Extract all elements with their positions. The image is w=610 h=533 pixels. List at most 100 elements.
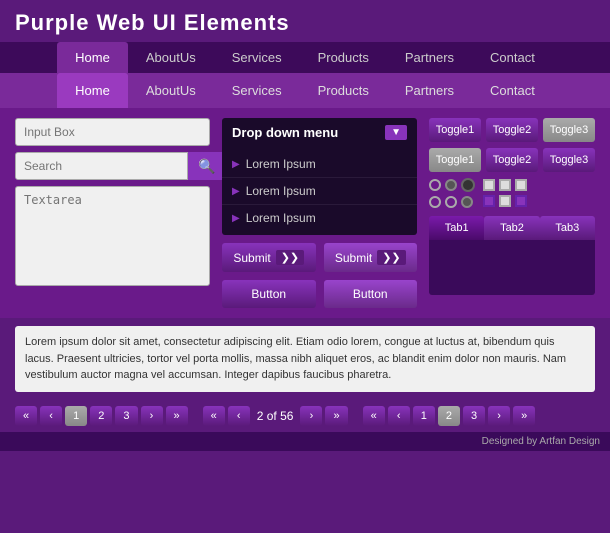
tab-content [429, 240, 595, 295]
paginator-1: « ‹ 1 2 3 › » [15, 406, 188, 426]
radio-checkbox-row [429, 178, 595, 208]
input-box[interactable] [15, 118, 210, 146]
checkbox-4[interactable] [483, 195, 495, 207]
dropdown-item[interactable]: ▶ Lorem Ipsum [222, 151, 417, 178]
toggle1-btn[interactable]: Toggle1 [429, 118, 481, 142]
nav2-services[interactable]: Services [214, 73, 300, 108]
tab-1[interactable]: Tab1 [429, 216, 484, 240]
item-arrow-icon: ▶ [232, 159, 240, 170]
item-arrow-icon: ▶ [232, 213, 240, 224]
radio-circle-6[interactable] [461, 196, 473, 208]
submit-arrow-icon-2: ❯❯ [377, 250, 405, 265]
item-arrow-icon: ▶ [232, 186, 240, 197]
tab-header: Tab1 Tab2 Tab3 [429, 216, 595, 240]
nav2-aboutus[interactable]: AboutUs [128, 73, 214, 108]
page-2-btn[interactable]: 2 [90, 406, 112, 426]
search-row: 🔍 [15, 152, 210, 180]
prev-page-btn-3[interactable]: ‹ [388, 406, 410, 426]
page-2-btn-3[interactable]: 2 [438, 406, 460, 426]
next-page-btn-1[interactable]: › [141, 406, 163, 426]
dropdown-item[interactable]: ▶ Lorem Ipsum [222, 178, 417, 205]
toggle-row-2: Toggle1 Toggle2 Toggle3 [429, 148, 595, 172]
nav-bar-2: Home AboutUs Services Products Partners … [0, 73, 610, 108]
search-input[interactable] [15, 152, 188, 180]
page-3-btn[interactable]: 3 [115, 406, 137, 426]
dropdown-arrow-icon: ▼ [385, 125, 407, 140]
checkbox-5[interactable] [499, 195, 511, 207]
toggle4-btn[interactable]: Toggle1 [429, 148, 481, 172]
toggle-row-1: Toggle1 Toggle2 Toggle3 [429, 118, 595, 142]
checkbox-3[interactable] [515, 179, 527, 191]
prev-page-btn-1[interactable]: ‹ [40, 406, 62, 426]
dropdown-label: Drop down menu [232, 125, 338, 140]
dropdown-header[interactable]: Drop down menu ▼ [222, 118, 417, 147]
dropdown-item[interactable]: ▶ Lorem Ipsum [222, 205, 417, 231]
paginator-3: « ‹ 1 2 3 › » [363, 406, 536, 426]
nav2-contact[interactable]: Contact [472, 73, 553, 108]
next-page-btn-3[interactable]: › [488, 406, 510, 426]
nav2-home[interactable]: Home [57, 73, 128, 108]
submit-button-1[interactable]: Submit ❯❯ [222, 243, 316, 272]
radio-circle-2[interactable] [445, 179, 457, 191]
nav1-contact[interactable]: Contact [472, 42, 553, 73]
nav1-partners[interactable]: Partners [387, 42, 472, 73]
main-content: 🔍 Drop down menu ▼ ▶ Lorem Ipsum ▶ Lorem… [0, 108, 610, 318]
radio-circle-4[interactable] [429, 196, 441, 208]
page-footer: Designed by Artfan Design [0, 432, 610, 451]
text-block: Lorem ipsum dolor sit amet, consectetur … [15, 326, 595, 392]
prev-page-btn-2[interactable]: ‹ [228, 406, 250, 426]
page-1-btn[interactable]: 1 [65, 406, 87, 426]
search-button[interactable]: 🔍 [188, 152, 225, 180]
page-1-btn-3[interactable]: 1 [413, 406, 435, 426]
left-column: 🔍 [15, 118, 210, 308]
button-1[interactable]: Button [222, 280, 316, 308]
checkbox-item-2 [483, 195, 527, 207]
button-2[interactable]: Button [324, 280, 418, 308]
nav1-products[interactable]: Products [300, 42, 387, 73]
pagination-section: « ‹ 1 2 3 › » « ‹ 2 of 56 › » « ‹ 1 2 3 … [0, 400, 610, 432]
checkbox-6[interactable] [515, 195, 527, 207]
nav1-services[interactable]: Services [214, 42, 300, 73]
last-page-btn-3[interactable]: » [513, 406, 535, 426]
first-page-btn-3[interactable]: « [363, 406, 385, 426]
toggle3-btn[interactable]: Toggle3 [543, 118, 595, 142]
checkbox-1[interactable] [483, 179, 495, 191]
submit-arrow-icon: ❯❯ [276, 250, 304, 265]
radio-item [429, 178, 475, 192]
page-header: Purple Web UI Elements [0, 0, 610, 42]
page-title: Purple Web UI Elements [15, 10, 595, 36]
first-page-btn-2[interactable]: « [203, 406, 225, 426]
nav-bar-1: Home AboutUs Services Products Partners … [0, 42, 610, 73]
tab-2[interactable]: Tab2 [484, 216, 539, 240]
next-page-btn-2[interactable]: › [300, 406, 322, 426]
submit-row: Submit ❯❯ Submit ❯❯ [222, 243, 417, 272]
last-page-btn-2[interactable]: » [325, 406, 347, 426]
page-info: 2 of 56 [253, 409, 298, 423]
dropdown-item-text: Lorem Ipsum [246, 157, 316, 171]
textarea[interactable] [15, 186, 210, 286]
nav2-products[interactable]: Products [300, 73, 387, 108]
footer-credit: Designed by Artfan Design [482, 436, 600, 447]
first-page-btn-1[interactable]: « [15, 406, 37, 426]
radio-circle-3[interactable] [461, 178, 475, 192]
nav2-partners[interactable]: Partners [387, 73, 472, 108]
radio-circle-5[interactable] [445, 196, 457, 208]
button-row: Button Button [222, 280, 417, 308]
checkbox-2[interactable] [499, 179, 511, 191]
middle-column: Drop down menu ▼ ▶ Lorem Ipsum ▶ Lorem I… [222, 118, 417, 308]
tab-3[interactable]: Tab3 [540, 216, 595, 240]
nav1-home[interactable]: Home [57, 42, 128, 73]
dropdown-item-text: Lorem Ipsum [246, 211, 316, 225]
submit-button-2[interactable]: Submit ❯❯ [324, 243, 418, 272]
nav1-aboutus[interactable]: AboutUs [128, 42, 214, 73]
last-page-btn-1[interactable]: » [166, 406, 188, 426]
radio-item-2 [429, 196, 475, 208]
checkbox-item-1 [483, 179, 527, 191]
toggle2-btn[interactable]: Toggle2 [486, 118, 538, 142]
right-column: Toggle1 Toggle2 Toggle3 Toggle1 Toggle2 … [429, 118, 595, 308]
checkbox-group [483, 179, 527, 207]
radio-circle-1[interactable] [429, 179, 441, 191]
page-3-btn-3[interactable]: 3 [463, 406, 485, 426]
toggle5-btn[interactable]: Toggle2 [486, 148, 538, 172]
toggle6-btn[interactable]: Toggle3 [543, 148, 595, 172]
